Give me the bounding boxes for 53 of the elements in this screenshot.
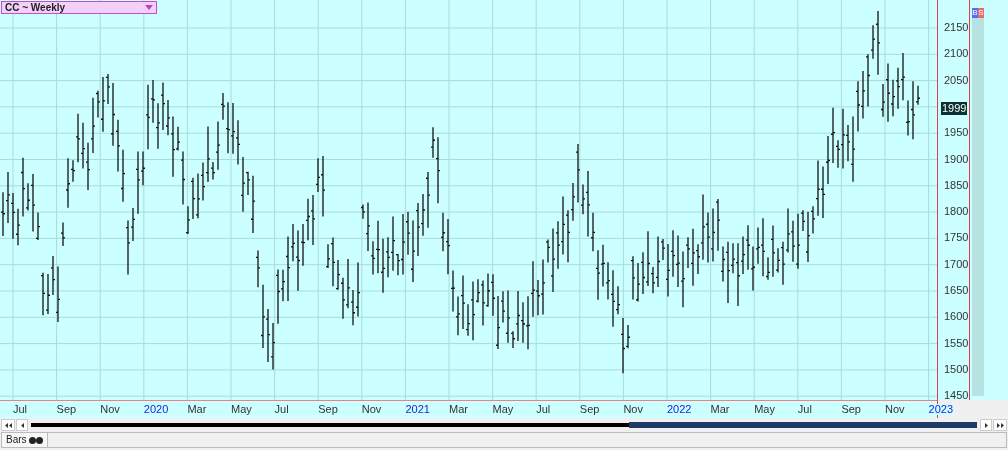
price-axis-label: 1950 <box>944 127 969 139</box>
time-axis-label: May <box>754 404 775 415</box>
time-axis-label: Nov <box>885 404 905 415</box>
tab-label[interactable]: Bars <box>6 435 27 445</box>
time-axis-label: Sep <box>318 404 338 415</box>
scroll-right-button[interactable] <box>980 419 992 431</box>
price-axis-label: 1700 <box>944 258 969 270</box>
time-axis-label: Nov <box>361 404 382 415</box>
time-axis-label: 2022 <box>667 404 692 415</box>
time-axis-label: May <box>231 404 252 415</box>
time-axis-label: May <box>492 404 514 415</box>
price-axis-label: 2100 <box>944 48 969 60</box>
time-axis-label: Jul <box>13 404 28 415</box>
price-axis-label: 1550 <box>944 337 969 349</box>
time-axis-label: 2023 <box>928 404 954 415</box>
linked-dots-icon <box>28 436 43 444</box>
last-price-label: 1999 <box>941 101 968 115</box>
price-axis-label: 2150 <box>944 22 969 33</box>
price-axis-label: 1750 <box>944 232 969 244</box>
symbol-selector[interactable]: CC ~ Weekly <box>1 1 157 14</box>
scroll-thumb[interactable] <box>629 422 977 428</box>
time-axis-label: Jul <box>797 404 812 415</box>
time-axis-label: Sep <box>56 404 77 415</box>
time-axis-label: Sep <box>841 404 861 415</box>
time-axis-label: Mar <box>187 404 207 415</box>
scroll-start-button[interactable] <box>1 419 15 431</box>
price-axis-label: 1450 <box>944 390 969 402</box>
scroll-end-button[interactable] <box>993 419 1007 431</box>
right-arrow-icon <box>984 422 988 428</box>
left-arrow-icon <box>20 422 24 428</box>
price-axis-label: 1800 <box>944 206 969 218</box>
side-toggle[interactable]: B <box>972 8 978 18</box>
scroll-track[interactable] <box>31 423 977 427</box>
dropdown-arrow-icon <box>145 5 153 10</box>
price-axis-label: 1900 <box>944 153 969 165</box>
price-axis-label: 2050 <box>944 74 969 86</box>
time-axis-label: Jul <box>536 404 551 415</box>
bottom-tab[interactable]: Bars <box>2 433 48 447</box>
time-axis-label: Nov <box>623 404 643 415</box>
time-axis-label: Mar <box>710 404 730 415</box>
scroll-left-button[interactable] <box>16 419 28 431</box>
price-axis-label: 1650 <box>944 285 969 296</box>
time-axis-label: Jul <box>274 404 289 415</box>
price-axis-label: 1600 <box>944 311 969 323</box>
time-axis-label: 2021 <box>405 404 430 415</box>
time-axis-label: 2020 <box>143 404 169 415</box>
price-axis-label: 1500 <box>944 363 969 375</box>
time-axis-label: Sep <box>579 404 600 415</box>
time-axis-label: Mar <box>449 404 468 415</box>
time-axis-label: Nov <box>100 404 120 415</box>
price-axis-label: 1850 <box>944 179 969 191</box>
double-left-arrow-icon <box>4 422 12 428</box>
double-right-arrow-icon <box>996 422 1004 428</box>
